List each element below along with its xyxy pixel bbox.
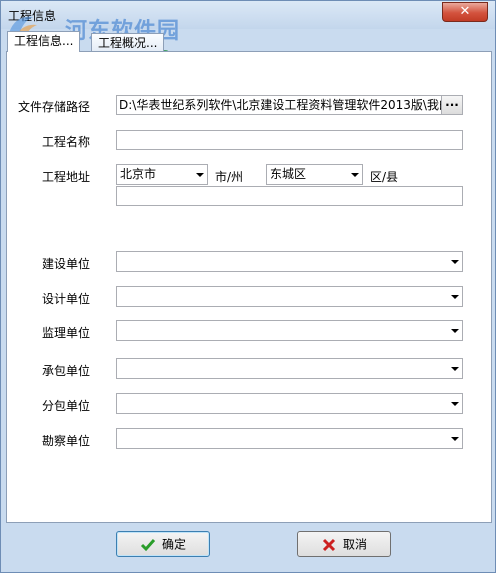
unit-label-supervision: 监理单位 [42, 326, 91, 340]
unit-label-construction: 建设单位 [42, 257, 91, 271]
chevron-down-icon [451, 295, 459, 299]
unit-label-design: 设计单位 [42, 292, 91, 306]
unit-label-contractor: 承包单位 [42, 364, 91, 378]
project-name-label: 工程名称 [42, 135, 91, 149]
chevron-down-icon [196, 173, 204, 177]
file-path-field[interactable]: D:\华表世纪系列软件\北京建设工程资料管理软件2013版\我的 ... [116, 95, 463, 115]
x-icon [322, 538, 336, 551]
check-icon [140, 538, 156, 551]
cancel-button[interactable]: 取消 [297, 531, 391, 557]
contractor-unit-select[interactable] [116, 358, 463, 379]
chevron-down-icon [451, 402, 459, 406]
project-address-label: 工程地址 [42, 170, 91, 184]
chevron-down-icon [351, 173, 359, 177]
chevron-down-icon [451, 260, 459, 264]
file-path-value: D:\华表世纪系列软件\北京建设工程资料管理软件2013版\我的 [119, 98, 451, 112]
tab-project-overview[interactable]: 工程概况... [91, 33, 165, 52]
tab-panel: 文件存储路径 D:\华表世纪系列软件\北京建设工程资料管理软件2013版\我的 … [6, 51, 492, 523]
ok-button-label: 确定 [161, 537, 186, 552]
supervision-unit-select[interactable] [116, 320, 463, 341]
project-name-input[interactable] [116, 130, 463, 150]
cancel-button-label: 取消 [342, 537, 367, 552]
tab-project-info[interactable]: 工程信息... [7, 31, 81, 52]
ok-button[interactable]: 确定 [116, 531, 210, 557]
design-unit-select[interactable] [116, 286, 463, 307]
chevron-down-icon [451, 367, 459, 371]
close-button[interactable]: ✕ [442, 2, 488, 22]
district-select-value: 东城区 [270, 167, 307, 181]
city-suffix-label: 市/州 [215, 170, 244, 184]
address-detail-input[interactable] [116, 186, 463, 206]
tab-project-overview-label: 工程概况... [98, 36, 158, 50]
tab-project-info-label: 工程信息... [14, 34, 74, 48]
survey-unit-select[interactable] [116, 428, 463, 449]
subcontractor-unit-select[interactable] [116, 393, 463, 414]
unit-label-subcontractor: 分包单位 [42, 399, 91, 413]
chevron-down-icon [451, 437, 459, 441]
district-suffix-label: 区/县 [370, 170, 399, 184]
chevron-down-icon [451, 329, 459, 333]
construction-unit-select[interactable] [116, 251, 463, 272]
city-select-value: 北京市 [120, 167, 157, 181]
unit-label-survey: 勘察单位 [42, 434, 91, 448]
file-path-label: 文件存储路径 [18, 100, 91, 114]
dialog-window: 工程信息 ✕ 河东软件园 www.pc0359.cn 工程信息... 工程概况.… [0, 0, 496, 573]
district-select[interactable]: 东城区 [266, 164, 363, 185]
browse-button[interactable]: ... [441, 96, 462, 114]
city-select[interactable]: 北京市 [116, 164, 208, 185]
